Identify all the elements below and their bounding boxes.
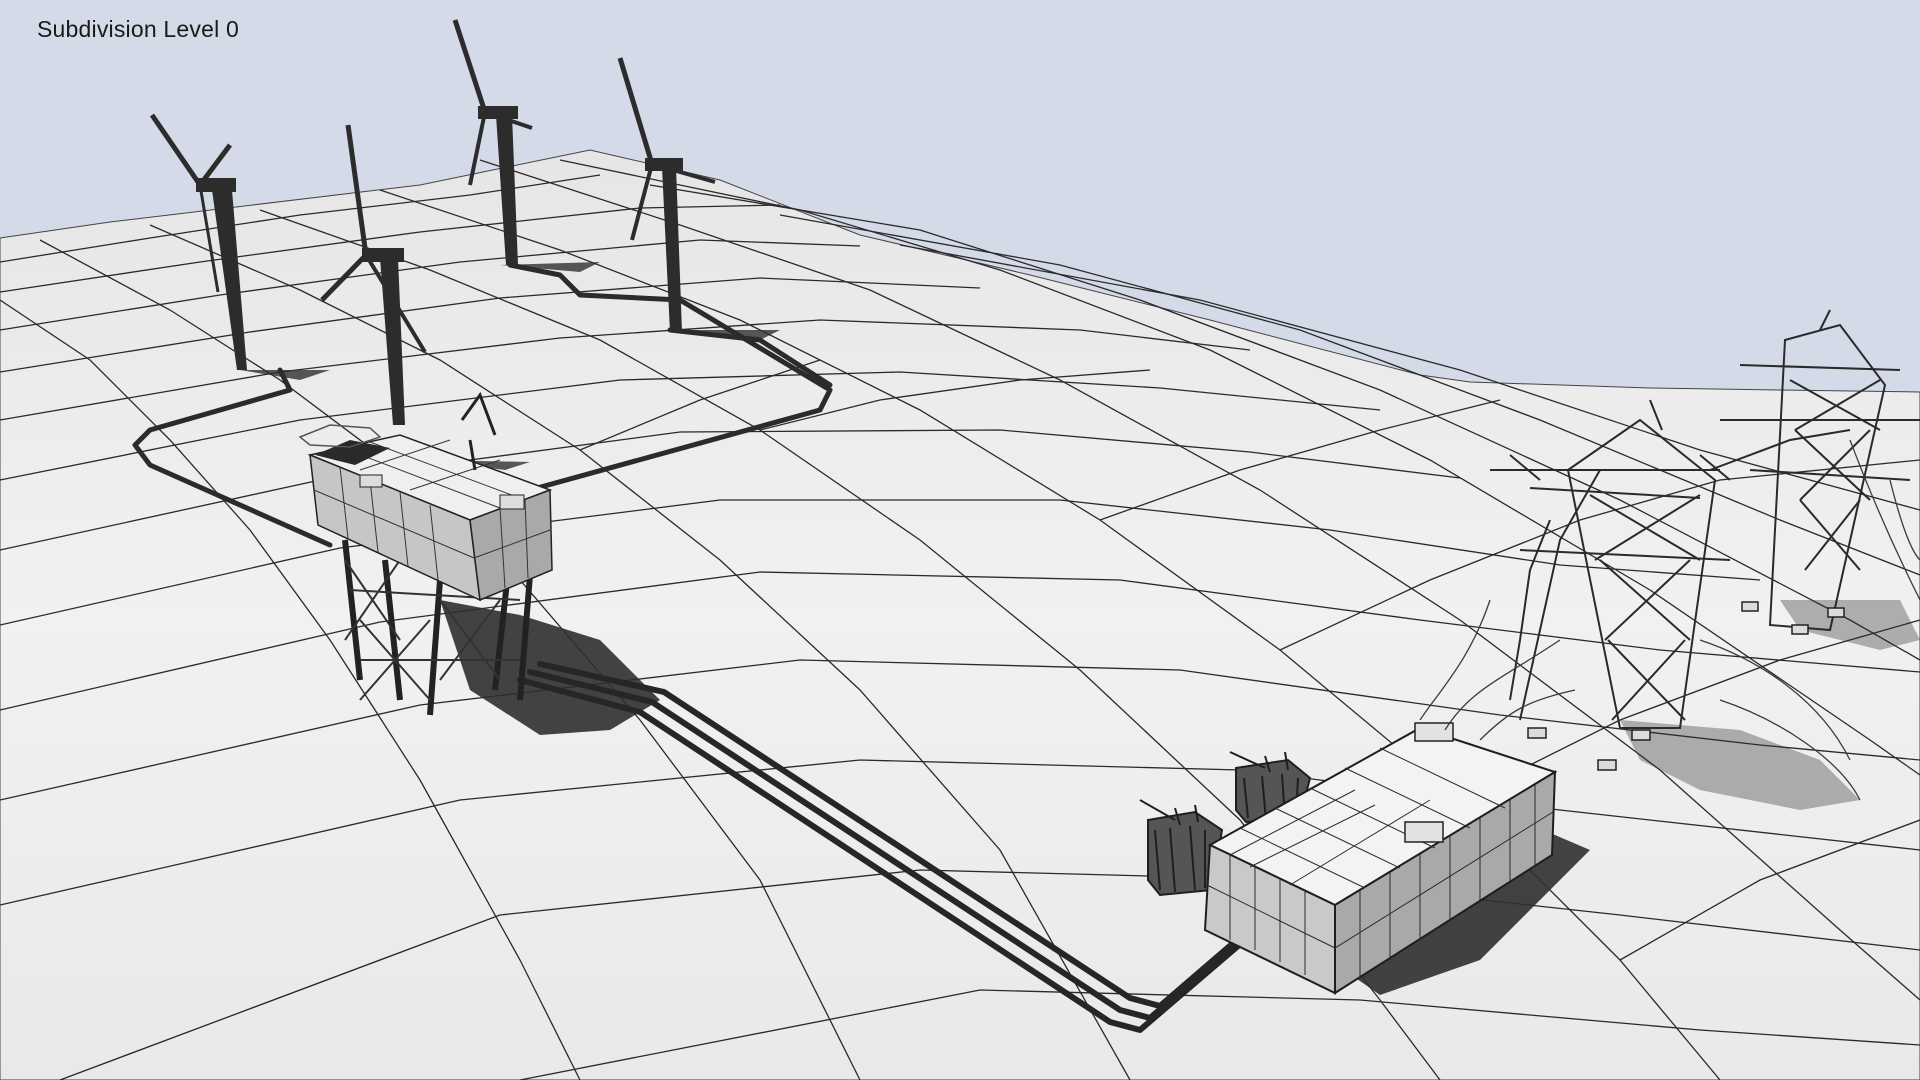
3d-viewport[interactable]	[0, 0, 1920, 1080]
subdivision-level-label: Subdivision Level 0	[37, 16, 239, 42]
